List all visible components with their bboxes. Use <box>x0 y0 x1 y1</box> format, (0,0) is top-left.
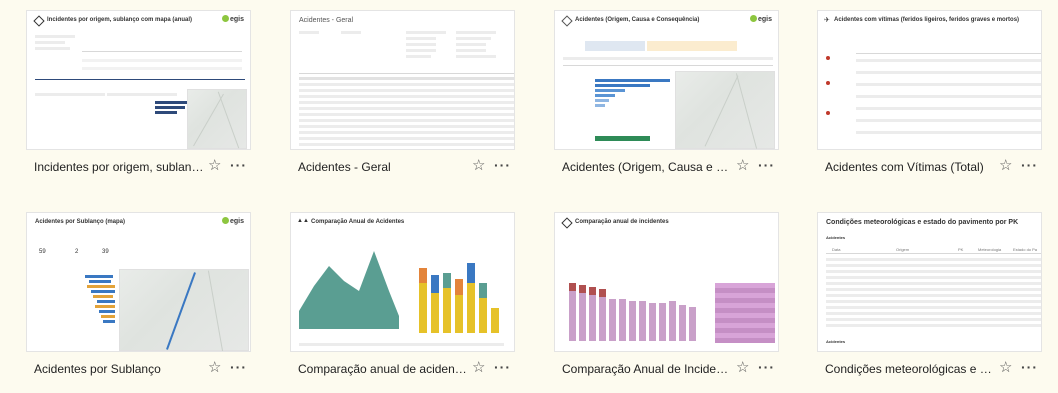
table-header: Acidentes <box>826 339 846 344</box>
report-thumbnail[interactable]: Acidentes - Geral <box>290 10 515 150</box>
brand-logo: egis <box>221 15 244 23</box>
more-options-icon[interactable]: ··· <box>1021 358 1038 376</box>
more-options-icon[interactable]: ··· <box>230 156 247 174</box>
favorite-star-icon[interactable]: ☆ <box>208 157 221 175</box>
thumbnail-title: Incidentes por origem, sublanço com mapa… <box>47 17 193 23</box>
report-thumbnail[interactable]: Acidentes (Origem, Causa e Consequência)… <box>554 10 779 150</box>
card-footer: Acidentes com Vítimas (Total) ☆ ··· <box>817 156 1052 180</box>
favorite-star-icon[interactable]: ☆ <box>736 157 749 175</box>
report-title[interactable]: Acidentes (Origem, Causa e Consequência) <box>562 160 732 174</box>
thumbnail-title: Condições meteorológicas e estado do pav… <box>826 219 1019 226</box>
thumbnail-title: Acidentes (Origem, Causa e Consequência) <box>575 17 700 23</box>
more-options-icon[interactable]: ··· <box>758 358 775 376</box>
column-header: PK <box>958 247 964 252</box>
favorite-star-icon[interactable]: ☆ <box>472 157 485 175</box>
kpi-value: 2 <box>75 249 79 255</box>
card-footer: Acidentes (Origem, Causa e Consequência)… <box>554 156 789 180</box>
kpi-value: 59 <box>39 249 46 255</box>
report-logo-icon <box>561 217 573 229</box>
brand-logo: egis <box>749 15 772 23</box>
report-title[interactable]: Condições meteorológicas e estado do pav… <box>825 362 995 376</box>
card-footer: Comparação anual de acidentes ☆ ··· <box>290 358 525 382</box>
report-thumbnail[interactable]: Acidentes por Sublanço (mapa) egis 59 2 … <box>26 212 251 352</box>
more-options-icon[interactable]: ··· <box>494 156 511 174</box>
kpi-value: 39 <box>102 249 109 255</box>
card-footer: Acidentes - Geral ☆ ··· <box>290 156 525 180</box>
report-title[interactable]: Acidentes - Geral <box>298 160 468 174</box>
favorite-star-icon[interactable]: ☆ <box>472 359 485 377</box>
favorite-star-icon[interactable]: ☆ <box>999 157 1012 175</box>
report-thumbnail[interactable]: Incidentes por origem, sublanço com mapa… <box>26 10 251 150</box>
card-footer: Condições meteorológicas e estado do pav… <box>817 358 1052 382</box>
more-options-icon[interactable]: ··· <box>494 358 511 376</box>
column-header: Data <box>832 247 841 252</box>
more-options-icon[interactable]: ··· <box>1021 156 1038 174</box>
report-title[interactable]: Incidentes por origem, sublanço com mapa… <box>34 160 204 174</box>
mountain-icon: ▲▲ <box>297 218 309 224</box>
report-thumbnail[interactable]: Acidentes com vítimas (feridos ligeiros,… <box>817 10 1042 150</box>
card-footer: Incidentes por origem, sublanço com mapa… <box>26 156 261 180</box>
favorite-star-icon[interactable]: ☆ <box>736 359 749 377</box>
report-thumbnail[interactable]: Condições meteorológicas e estado do pav… <box>817 212 1042 352</box>
card-footer: Comparação Anual de Incidentes ☆ ··· <box>554 358 789 382</box>
thumbnail-title: Comparação Anual de Acidentes <box>311 219 405 225</box>
more-options-icon[interactable]: ··· <box>230 358 247 376</box>
thumbnail-title: Acidentes - Geral <box>299 17 354 24</box>
report-logo-icon <box>561 15 573 27</box>
column-header: Origem <box>896 247 910 252</box>
thumbnail-title: Comparação anual de incidentes <box>575 219 669 225</box>
brand-logo: egis <box>221 217 244 225</box>
report-title[interactable]: Comparação anual de acidentes <box>298 362 468 376</box>
report-title[interactable]: Comparação Anual de Incidentes <box>562 362 732 376</box>
thumbnail-title: Acidentes por Sublanço (mapa) <box>35 219 126 225</box>
favorite-star-icon[interactable]: ☆ <box>999 359 1012 377</box>
report-title[interactable]: Acidentes por Sublanço <box>34 362 204 376</box>
vehicle-icon: ✈ <box>824 17 830 24</box>
column-header: Meteorologia <box>978 247 1002 252</box>
report-logo-icon <box>33 15 45 27</box>
report-thumbnail[interactable]: ▲▲ Comparação Anual de Acidentes <box>290 212 515 352</box>
report-title[interactable]: Acidentes com Vítimas (Total) <box>825 160 995 174</box>
area-chart-thumbnail <box>299 251 399 329</box>
report-thumbnail[interactable]: Comparação anual de incidentes <box>554 212 779 352</box>
card-footer: Acidentes por Sublanço ☆ ··· <box>26 358 261 382</box>
more-options-icon[interactable]: ··· <box>758 156 775 174</box>
favorite-star-icon[interactable]: ☆ <box>208 359 221 377</box>
table-header: Acidentes <box>826 235 846 240</box>
column-header: Estado do Pa <box>1013 247 1038 252</box>
thumbnail-title: Acidentes com vítimas (feridos ligeiros,… <box>834 17 1020 23</box>
